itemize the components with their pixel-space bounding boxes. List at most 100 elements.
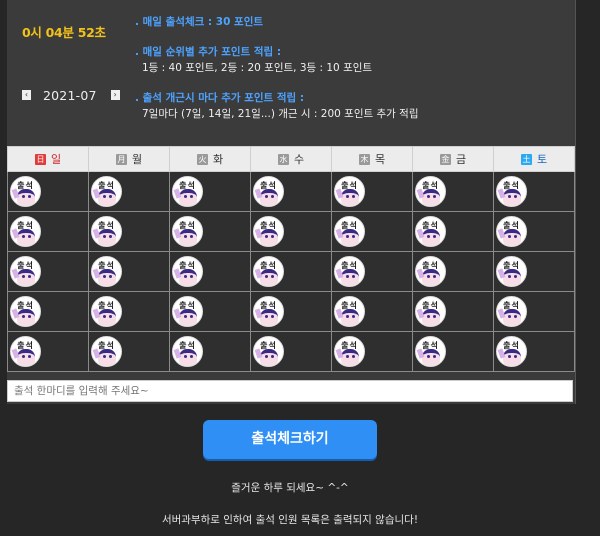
calendar-day: 출석 xyxy=(493,211,575,252)
calendar-day: 출석 xyxy=(169,251,251,292)
weekday-2: 火화 xyxy=(169,146,251,172)
info-section: 0시 04분 52초 ‹ 2021-07 › . 매일 출석체크 : 30 포인… xyxy=(7,0,575,146)
attendance-stamp-icon: 출석 xyxy=(91,336,122,367)
weekday-box-icon: 水 xyxy=(277,154,289,165)
calendar-day: 출석 xyxy=(169,211,251,252)
weekday-0: 日일 xyxy=(7,146,89,172)
calendar-day: 출석 xyxy=(412,211,494,252)
calendar-day: 출석 xyxy=(331,211,413,252)
weekday-box-icon: 月 xyxy=(115,154,127,165)
calendar-day: 출석 xyxy=(331,331,413,372)
calendar-day: 출석 xyxy=(412,251,494,292)
weekday-label: 수 xyxy=(293,153,305,166)
calendar-day: 출석 xyxy=(493,331,575,372)
attendance-check-button[interactable]: 출석체크하기 xyxy=(203,420,377,459)
attendance-stamp-icon: 출석 xyxy=(91,256,122,287)
weekday-label: 토 xyxy=(536,153,548,166)
calendar-day: 출석 xyxy=(250,291,332,332)
comment-input[interactable] xyxy=(7,380,573,402)
attendance-stamp-icon: 출석 xyxy=(172,216,203,247)
chevron-left-icon[interactable]: ‹ xyxy=(22,90,31,100)
calendar-day: 출석 xyxy=(169,291,251,332)
countdown-timer: 0시 04분 52초 xyxy=(22,25,106,40)
attendance-stamp-icon: 출석 xyxy=(334,216,365,247)
calendar-day: 출석 xyxy=(7,331,89,372)
month-navigator: ‹ 2021-07 › xyxy=(22,87,120,103)
attendance-stamp-icon: 출석 xyxy=(91,176,122,207)
rule-streak-detail: 7일마다 (7일, 14일, 21일...) 개근 시 : 200 포인트 추가… xyxy=(142,108,419,120)
attendance-stamp-icon: 출석 xyxy=(496,216,527,247)
weekday-box-icon: 土 xyxy=(520,154,532,165)
rule-rank-detail: 1등 : 40 포인트, 2등 : 20 포인트, 3등 : 10 포인트 xyxy=(142,62,373,74)
calendar-day: 출석 xyxy=(412,291,494,332)
calendar-day: 출석 xyxy=(331,171,413,212)
attendance-stamp-icon: 출석 xyxy=(496,296,527,327)
attendance-calendar: 日일月월火화水수木목金금土토 출석 출석 출석 출석 출석 출석 출석 출석 출석 출석 출석 출석 출… xyxy=(7,146,575,372)
calendar-day: 출석 xyxy=(169,331,251,372)
calendar-day: 출석 xyxy=(250,251,332,292)
attendance-stamp-icon: 출석 xyxy=(10,216,41,247)
greeting-message: 즐거운 하루 되세요~ ^-^ xyxy=(231,482,349,494)
rule-rank-label: . 매일 순위별 추가 포인트 적립 : xyxy=(135,46,282,58)
attendance-stamp-icon: 출석 xyxy=(253,176,284,207)
weekday-label: 월 xyxy=(131,153,143,166)
weekday-box-icon: 木 xyxy=(358,154,370,165)
attendance-stamp-icon: 출석 xyxy=(415,296,446,327)
calendar-day: 출석 xyxy=(7,251,89,292)
calendar-day: 출석 xyxy=(493,171,575,212)
calendar-day: 출석 xyxy=(88,211,170,252)
calendar-day: 출석 xyxy=(7,291,89,332)
weekday-label: 일 xyxy=(50,153,62,166)
calendar-day: 출석 xyxy=(250,171,332,212)
weekday-label: 금 xyxy=(455,153,467,166)
calendar-day: 출석 xyxy=(493,291,575,332)
attendance-stamp-icon: 출석 xyxy=(496,256,527,287)
calendar-week: 출석 출석 출석 출석 출석 출석 출석 xyxy=(7,171,575,212)
weekday-4: 木목 xyxy=(331,146,413,172)
attendance-stamp-icon: 출석 xyxy=(172,296,203,327)
calendar-day: 출석 xyxy=(493,251,575,292)
attendance-stamp-icon: 출석 xyxy=(253,256,284,287)
weekday-6: 土토 xyxy=(493,146,575,172)
calendar-day: 출석 xyxy=(412,331,494,372)
attendance-stamp-icon: 출석 xyxy=(415,216,446,247)
weekday-header: 日일月월火화水수木목金금土토 xyxy=(7,146,575,172)
attendance-stamp-icon: 출석 xyxy=(91,216,122,247)
calendar-day: 출석 xyxy=(412,171,494,212)
attendance-stamp-icon: 출석 xyxy=(496,176,527,207)
calendar-week: 출석 출석 출석 출석 출석 출석 출석 xyxy=(7,331,575,372)
chevron-right-icon[interactable]: › xyxy=(110,90,120,100)
attendance-stamp-icon: 출석 xyxy=(172,256,203,287)
calendar-day: 출석 xyxy=(88,291,170,332)
weekday-label: 화 xyxy=(212,153,224,166)
rule-daily-points: 30 포인트 xyxy=(215,16,264,28)
calendar-day: 출석 xyxy=(7,211,89,252)
calendar-day: 출석 xyxy=(88,331,170,372)
calendar-day: 출석 xyxy=(331,251,413,292)
calendar-day: 출석 xyxy=(250,331,332,372)
attendance-stamp-icon: 출석 xyxy=(253,296,284,327)
attendance-stamp-icon: 출석 xyxy=(253,336,284,367)
calendar-day: 출석 xyxy=(88,171,170,212)
weekday-box-icon: 日 xyxy=(34,154,46,165)
attendance-stamp-icon: 출석 xyxy=(91,296,122,327)
weekday-5: 金금 xyxy=(412,146,494,172)
weekday-box-icon: 火 xyxy=(196,154,208,165)
attendance-stamp-icon: 출석 xyxy=(10,256,41,287)
attendance-stamp-icon: 출석 xyxy=(415,336,446,367)
attendance-stamp-icon: 출석 xyxy=(334,176,365,207)
attendance-stamp-icon: 출석 xyxy=(334,256,365,287)
calendar-week: 출석 출석 출석 출석 출석 출석 출석 xyxy=(7,291,575,332)
calendar-day: 출석 xyxy=(169,171,251,212)
attendance-stamp-icon: 출석 xyxy=(10,176,41,207)
attendance-stamp-icon: 출석 xyxy=(10,296,41,327)
current-month: 2021-07 xyxy=(43,87,97,103)
calendar-week: 출석 출석 출석 출석 출석 출석 출석 xyxy=(7,251,575,292)
attendance-stamp-icon: 출석 xyxy=(10,336,41,367)
weekday-box-icon: 金 xyxy=(439,154,451,165)
calendar-week: 출석 출석 출석 출석 출석 출석 출석 xyxy=(7,211,575,252)
attendance-stamp-icon: 출석 xyxy=(334,296,365,327)
point-rules: . 매일 출석체크 : 30 포인트 . 매일 순위별 추가 포인트 적립 : … xyxy=(135,14,418,122)
weekday-1: 月월 xyxy=(88,146,170,172)
attendance-stamp-icon: 출석 xyxy=(496,336,527,367)
